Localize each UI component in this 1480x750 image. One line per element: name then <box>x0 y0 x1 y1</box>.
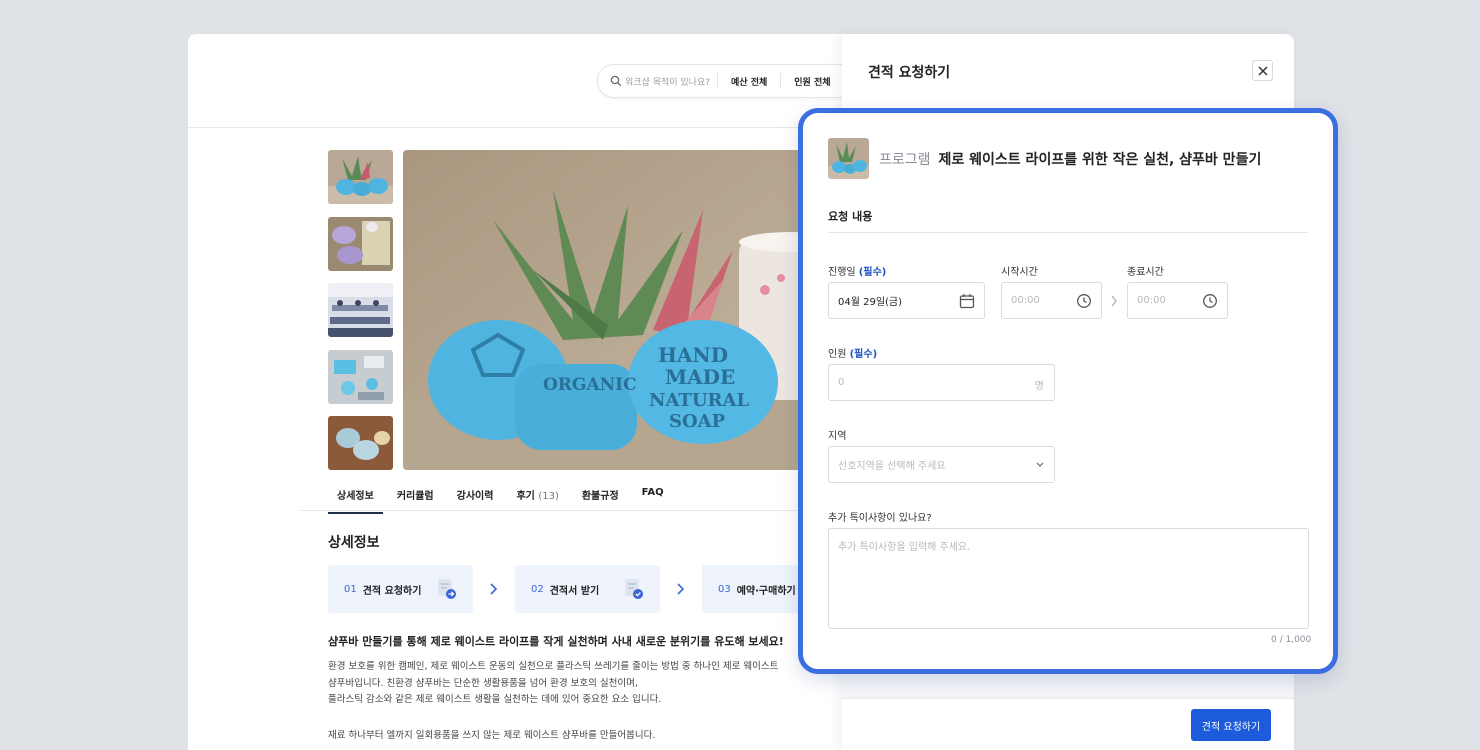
calendar-icon[interactable] <box>959 293 975 309</box>
people-label: 인원 (필수) <box>828 345 877 360</box>
required-mark: (필수) <box>858 267 887 278</box>
thumbnail-list <box>328 150 393 483</box>
character-counter: 0 / 1,000 <box>1271 635 1312 645</box>
step-label: 견적서 받기 <box>549 585 600 597</box>
drawer-title: 견적 요청하기 <box>868 65 951 81</box>
svg-text:SOAP: SOAP <box>669 411 726 432</box>
paragraph-line: 샴푸바입니다. 친환경 샴푸바는 단순한 생활용품을 넘어 환경 보호의 실천이… <box>328 677 638 689</box>
detail-paragraph-2: 재료 하나부터 엘까지 일회용품을 쓰지 않는 제로 웨이스트 샴푸바를 만들어… <box>328 730 656 741</box>
step-number: 02 <box>531 583 544 595</box>
people-placeholder: 0 <box>838 377 845 388</box>
required-mark: (필수) <box>849 349 878 360</box>
search-bar[interactable]: 워크샵 목적이 있나요? 예산 전체 인원 전체 <box>597 64 848 98</box>
date-picker[interactable]: 04월 29일(금) <box>828 282 985 319</box>
step-number: 03 <box>718 583 731 595</box>
region-select[interactable]: 선호지역을 선택해 주세요 <box>828 446 1055 483</box>
detail-headline: 샴푸바 만들기를 통해 제로 웨이스트 라이프를 작게 실천하며 사내 새로운 … <box>328 635 784 648</box>
clock-icon <box>1077 294 1091 308</box>
notes-placeholder: 추가 특이사항을 입력해 주세요. <box>838 542 971 553</box>
tab-label: 강사이력 <box>456 491 494 502</box>
tab-label: 환불규정 <box>581 491 619 502</box>
people-filter[interactable]: 인원 전체 <box>781 75 843 88</box>
start-time-placeholder: 00:00 <box>1011 295 1040 306</box>
review-count: (13) <box>538 491 559 502</box>
svg-text:ORGANIC: ORGANIC <box>543 375 637 395</box>
svg-text:NATURAL: NATURAL <box>649 390 749 411</box>
start-time-input[interactable]: 00:00 <box>1001 282 1102 319</box>
tab-label: 상세정보 <box>337 491 374 502</box>
divider <box>300 510 848 511</box>
drawer-scroll-area <box>842 674 1294 698</box>
divider <box>828 232 1308 233</box>
thumbnail-2[interactable] <box>328 216 393 271</box>
clock-icon <box>1203 294 1217 308</box>
thumbnail-4[interactable] <box>328 349 393 404</box>
label-text: 인원 <box>828 349 847 360</box>
paragraph-line: 환경 보호를 위한 캠페인, 제로 웨이스트 운동의 실천으로 플라스틱 쓰레기… <box>328 661 779 672</box>
tab-label: 후기 <box>516 491 535 502</box>
people-unit: 명 <box>1034 381 1044 392</box>
quote-form: 프로그램 제로 웨이스트 라이프를 위한 작은 실천, 샴푸바 만들기 요청 내… <box>828 138 1313 645</box>
thumbnail-3[interactable] <box>328 283 393 337</box>
svg-text:HAND: HAND <box>658 343 728 367</box>
budget-filter[interactable]: 예산 전체 <box>718 75 780 88</box>
drawer-footer: 견적 요청하기 <box>842 698 1294 750</box>
request-section-title: 요청 내용 <box>828 210 873 223</box>
paragraph-line: 플라스틱 감소와 같은 제로 웨이스트 생활을 실천하는 데에 있어 중요한 요… <box>328 694 662 705</box>
notes-textarea[interactable]: 추가 특이사항을 입력해 주세요. <box>828 528 1309 629</box>
date-label: 진행일 (필수) <box>828 263 886 278</box>
region-label: 지역 <box>828 431 847 442</box>
end-time-label: 종료시간 <box>1127 267 1164 278</box>
start-time-label: 시작시간 <box>1001 267 1038 278</box>
search-input[interactable]: 워크샵 목적이 있나요? <box>625 75 717 88</box>
tab-label: FAQ <box>641 487 664 498</box>
thumbnail-5[interactable] <box>328 416 393 470</box>
step-label: 견적 요청하기 <box>362 585 422 597</box>
section-title: 상세정보 <box>328 535 380 551</box>
page-header: 워크샵 목적이 있나요? 예산 전체 인원 전체 <box>188 34 848 128</box>
region-placeholder: 선호지역을 선택해 주세요 <box>838 461 946 472</box>
people-input[interactable]: 0 명 <box>828 364 1055 401</box>
program-label: 프로그램 <box>879 151 931 168</box>
step-receive-quote: 02 견적서 받기 <box>515 565 660 613</box>
chevron-right-icon <box>1111 295 1117 307</box>
search-icon <box>610 75 622 87</box>
close-icon <box>1257 65 1268 76</box>
program-row: 프로그램 제로 웨이스트 라이프를 위한 작은 실천, 샴푸바 만들기 <box>828 138 1313 179</box>
detail-paragraph: 환경 보호를 위한 캠페인, 제로 웨이스트 운동의 실천으로 플라스틱 쓰레기… <box>328 659 778 709</box>
document-arrow-icon <box>438 579 456 599</box>
process-steps: 01 견적 요청하기 02 견적서 받기 03 예약·구매하기 <box>328 565 847 613</box>
date-value: 04월 29일(금) <box>838 297 903 308</box>
chevron-right-icon <box>660 583 702 595</box>
step-number: 01 <box>344 583 357 595</box>
program-name: 제로 웨이스트 라이프를 위한 작은 실천, 샴푸바 만들기 <box>938 151 1262 168</box>
label-text: 진행일 <box>828 267 856 278</box>
step-request-quote: 01 견적 요청하기 <box>328 565 473 613</box>
thumbnail-1[interactable] <box>328 150 393 204</box>
product-main-image: HAND MADE NATURAL SOAP ORGANIC <box>403 150 843 470</box>
chevron-down-icon <box>1036 462 1044 467</box>
chevron-right-icon <box>473 583 515 595</box>
document-check-icon <box>625 579 643 599</box>
close-button[interactable] <box>1252 60 1273 81</box>
step-label: 예약·구매하기 <box>736 585 796 597</box>
svg-text:MADE: MADE <box>665 365 735 389</box>
submit-quote-button[interactable]: 견적 요청하기 <box>1191 709 1271 741</box>
notes-label: 추가 특이사항이 있나요? <box>828 513 932 524</box>
product-page: 워크샵 목적이 있나요? 예산 전체 인원 전체 HAND MADE NATUR… <box>188 34 848 750</box>
tab-label: 커리큘럼 <box>396 491 434 502</box>
end-time-input[interactable]: 00:00 <box>1127 282 1228 319</box>
quote-form-card: 프로그램 제로 웨이스트 라이프를 위한 작은 실천, 샴푸바 만들기 요청 내… <box>798 108 1338 674</box>
program-thumbnail <box>828 138 869 179</box>
end-time-placeholder: 00:00 <box>1137 295 1166 306</box>
